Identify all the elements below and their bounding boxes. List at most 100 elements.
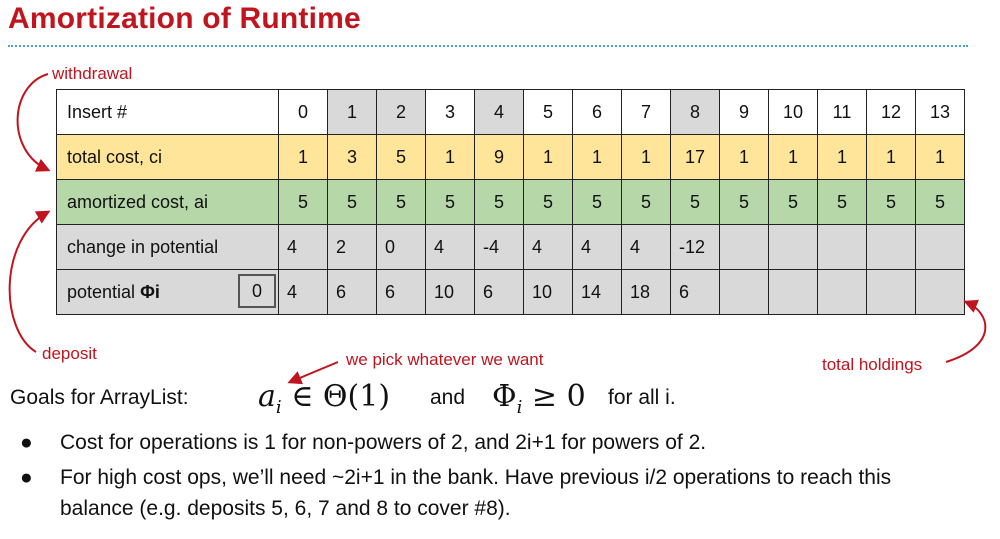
insert-cell: 5 xyxy=(523,89,573,135)
change-in-potential-cell xyxy=(866,224,916,270)
amortized-cost-cell: 5 xyxy=(719,179,769,225)
bullet-dot-icon: ● xyxy=(20,466,33,489)
change-in-potential-cell: 4 xyxy=(621,224,671,270)
amortized-cost-cell: 5 xyxy=(572,179,622,225)
amortized-cost-cell: 5 xyxy=(670,179,720,225)
row-label-total-cost: total cost, ci xyxy=(56,134,279,180)
potential-cell: 14 xyxy=(572,269,622,315)
insert-cell: 1 xyxy=(327,89,377,135)
total-cost-cell: 1 xyxy=(866,134,916,180)
amortized-cost-cell: 5 xyxy=(866,179,916,225)
insert-cell: 12 xyxy=(866,89,916,135)
goals-for-all: for all i. xyxy=(608,386,676,409)
potential-cell xyxy=(866,269,916,315)
table-row-potential: potential Φi 0 4 6 6 10 6 10 14 18 6 xyxy=(56,269,965,315)
insert-cell: 10 xyxy=(768,89,818,135)
row-label-amortized-cost: amortized cost, ai xyxy=(56,179,279,225)
amortized-cost-cell: 5 xyxy=(278,179,328,225)
amortization-table: Insert # 0 1 2 3 4 5 6 7 8 9 10 11 12 13 total cost, … xyxy=(56,89,965,315)
total-cost-cell: 1 xyxy=(817,134,867,180)
amortized-cost-cell: 5 xyxy=(768,179,818,225)
potential-cell: 6 xyxy=(327,269,377,315)
total-cost-cell: 1 xyxy=(621,134,671,180)
bullet-text: For high cost ops, we’ll need ~2i+1 in t… xyxy=(60,466,892,520)
potential-cell: 10 xyxy=(523,269,573,315)
change-in-potential-cell: -4 xyxy=(474,224,524,270)
potential-cell xyxy=(719,269,769,315)
change-in-potential-cell: 2 xyxy=(327,224,377,270)
change-in-potential-cell xyxy=(719,224,769,270)
withdrawal-arrow-icon xyxy=(16,73,51,172)
potential-cell: 18 xyxy=(621,269,671,315)
bullet-text: Cost for operations is 1 for non-powers … xyxy=(60,431,707,454)
annotation-withdrawal: withdrawal xyxy=(52,64,133,83)
phi0-box: 0 xyxy=(238,274,276,308)
goals-and: and xyxy=(430,386,466,409)
table-row-total-cost: total cost, ci 1 3 5 1 9 1 1 1 17 1 1 1 1 1 xyxy=(56,134,965,180)
total-cost-cell: 5 xyxy=(376,134,426,180)
potential-cell: 6 xyxy=(670,269,720,315)
total-cost-cell: 1 xyxy=(278,134,328,180)
annotation-deposit: deposit xyxy=(42,344,97,363)
annotation-pick: we pick whatever we want xyxy=(346,350,544,369)
total-cost-cell: 17 xyxy=(670,134,720,180)
goals-label: Goals for ArrayList: xyxy=(10,386,189,409)
potential-cell xyxy=(768,269,818,315)
potential-cell xyxy=(915,269,965,315)
insert-cell: 3 xyxy=(425,89,475,135)
change-in-potential-cell xyxy=(817,224,867,270)
insert-cell: 6 xyxy=(572,89,622,135)
insert-cell: 0 xyxy=(278,89,328,135)
total-cost-cell: 1 xyxy=(523,134,573,180)
change-in-potential-cell: 0 xyxy=(376,224,426,270)
total-cost-cell: 9 xyxy=(474,134,524,180)
annotation-holdings: total holdings xyxy=(822,355,923,374)
potential-cell: 6 xyxy=(376,269,426,315)
amortized-cost-cell: 5 xyxy=(621,179,671,225)
potential-cell: 10 xyxy=(425,269,475,315)
potential-prefix: potential xyxy=(67,282,141,302)
insert-cell: 11 xyxy=(817,89,867,135)
amortized-cost-cell: 5 xyxy=(376,179,426,225)
total-cost-cell: 3 xyxy=(327,134,377,180)
insert-cell: 13 xyxy=(915,89,965,135)
math-phi-nonneg: Φi ≥ 0 xyxy=(492,379,586,418)
table-row-change-in-potential: change in potential 4 2 0 4 -4 4 4 4 -12 xyxy=(56,224,965,270)
change-in-potential-cell: 4 xyxy=(425,224,475,270)
amortized-cost-cell: 5 xyxy=(523,179,573,225)
row-label-potential-cell: potential Φi 0 xyxy=(56,269,279,315)
total-cost-cell: 1 xyxy=(915,134,965,180)
amortized-cost-cell: 5 xyxy=(425,179,475,225)
total-cost-cell: 1 xyxy=(719,134,769,180)
change-in-potential-cell: 4 xyxy=(278,224,328,270)
total-cost-cell: 1 xyxy=(572,134,622,180)
potential-cell: 4 xyxy=(278,269,328,315)
insert-cell: 4 xyxy=(474,89,524,135)
change-in-potential-cell: 4 xyxy=(572,224,622,270)
bullet-dot-icon: ● xyxy=(20,431,33,454)
amortized-cost-cell: 5 xyxy=(915,179,965,225)
slide-title: Amortization of Runtime xyxy=(8,2,361,35)
amortized-cost-cell: 5 xyxy=(817,179,867,225)
amortized-cost-cell: 5 xyxy=(327,179,377,225)
insert-cell: 7 xyxy=(621,89,671,135)
insert-cell: 2 xyxy=(376,89,426,135)
row-label-insert: Insert # xyxy=(56,89,279,135)
total-cost-cell: 1 xyxy=(768,134,818,180)
table-row-insert: Insert # 0 1 2 3 4 5 6 7 8 9 10 11 12 13 xyxy=(56,89,965,135)
change-in-potential-cell xyxy=(768,224,818,270)
change-in-potential-cell: -12 xyxy=(670,224,720,270)
potential-cell xyxy=(817,269,867,315)
change-in-potential-cell: 4 xyxy=(523,224,573,270)
potential-cell: 6 xyxy=(474,269,524,315)
change-in-potential-cell xyxy=(915,224,965,270)
table-row-amortized-cost: amortized cost, ai 55555555555555 xyxy=(56,179,965,225)
insert-cell: 8 xyxy=(670,89,720,135)
deposit-arrow-icon xyxy=(8,210,51,353)
row-label-change-in-potential: change in potential xyxy=(56,224,279,270)
math-ai-theta: ai ∈ Θ(1) xyxy=(258,379,391,418)
row-label-potential: potential Φi xyxy=(67,282,160,303)
potential-symbol: Φi xyxy=(140,282,160,302)
insert-cell: 9 xyxy=(719,89,769,135)
title-divider xyxy=(8,45,968,47)
